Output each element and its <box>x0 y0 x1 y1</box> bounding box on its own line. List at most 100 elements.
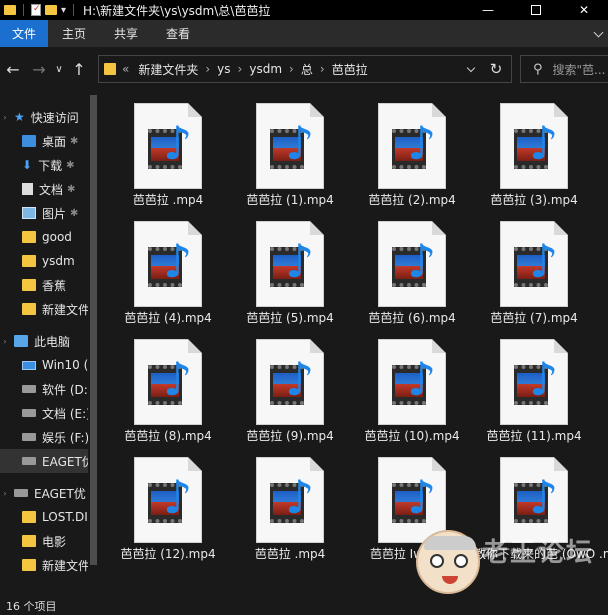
breadcrumb-separator[interactable]: › <box>203 62 212 76</box>
video-file-icon: ♪ <box>500 339 568 425</box>
file-item[interactable]: ♪ 芭芭拉 (5).mp4 <box>230 221 350 333</box>
file-name: 芭芭拉 .mp4 <box>254 547 326 561</box>
document-icon <box>22 183 33 195</box>
music-note-icon: ♪ <box>163 116 193 170</box>
title-bar: ▾ H:\新建文件夹\ys\ysdm\总\芭芭拉 — ✕ <box>0 0 608 20</box>
tab-home[interactable]: 主页 <box>48 20 100 47</box>
scrollbar-thumb[interactable] <box>90 95 97 565</box>
sidebar-item-lost-dir[interactable]: LOST.DI <box>0 505 88 529</box>
tab-share[interactable]: 共享 <box>100 20 152 47</box>
computer-icon <box>14 335 28 347</box>
sidebar-item-label: 此电脑 <box>34 334 71 349</box>
sidebar-item-good[interactable]: good <box>0 225 88 249</box>
pin-icon: ✱ <box>70 135 79 147</box>
file-item[interactable]: ♪ 芭芭拉 (11).mp4 <box>474 339 594 451</box>
breadcrumb-item[interactable]: 新建文件夹 <box>133 61 203 78</box>
breadcrumb-separator[interactable]: › <box>236 62 245 76</box>
sidebar-item-quick-access[interactable]: › ★ 快速访问 <box>0 105 88 129</box>
recent-locations-button[interactable]: ∨ <box>52 64 66 75</box>
forward-button[interactable]: → <box>26 60 52 79</box>
sidebar-item-banana[interactable]: 香蕉 <box>0 273 88 297</box>
folder-icon <box>22 511 36 523</box>
sidebar-item-documents[interactable]: 文档 ✱ <box>0 177 88 201</box>
breadcrumb-separator[interactable]: › <box>287 62 296 76</box>
file-item[interactable]: ♪ 芭芭拉 (12).mp4 <box>108 457 228 569</box>
file-item[interactable]: ♪ 芭芭拉 (6).mp4 <box>352 221 472 333</box>
sidebar-item-drive-e[interactable]: 文档 (E:) <box>0 401 88 425</box>
file-item[interactable]: ♪ 芭芭拉 (3).mp4 <box>474 103 594 215</box>
sidebar-item-new-folder[interactable]: 新建文件 <box>0 297 88 321</box>
expand-icon[interactable]: › <box>0 489 10 498</box>
refresh-button[interactable]: ↻ <box>481 60 511 78</box>
tab-view[interactable]: 查看 <box>152 20 204 47</box>
search-input[interactable]: 搜索"芭... <box>553 61 606 78</box>
navigation-pane[interactable]: › ★ 快速访问 桌面 ✱ ⬇ 下载 ✱ 文档 ✱ 图片 ✱ good ysdm… <box>0 91 100 596</box>
search-box[interactable]: ⚲ 搜索"芭... <box>520 55 608 83</box>
chevron-down-icon <box>466 63 476 72</box>
sidebar-item-eaget-device[interactable]: › EAGET优 <box>0 481 88 505</box>
file-name: 芭芭拉 (3).mp4 <box>490 193 578 207</box>
drive-icon <box>22 385 36 393</box>
sidebar-item-drive-c[interactable]: Win10 ( <box>0 353 88 377</box>
sidebar-item-label: 香蕉 <box>42 278 67 293</box>
expand-ribbon-button[interactable] <box>593 20 608 47</box>
sidebar-item-ysdm[interactable]: ysdm <box>0 249 88 273</box>
back-button[interactable]: ← <box>0 60 26 79</box>
sidebar-item-drive-d[interactable]: 软件 (D: <box>0 377 88 401</box>
file-item[interactable]: ♪ 芭芭拉 (4).mp4 <box>108 221 228 333</box>
maximize-button[interactable] <box>512 0 560 20</box>
sidebar-item-label: good <box>42 230 72 244</box>
breadcrumb-item[interactable]: ys <box>212 62 235 76</box>
sidebar-item-label: ysdm <box>42 254 75 268</box>
sidebar-item-label: 娱乐 (F:) <box>42 430 88 445</box>
properties-icon[interactable] <box>31 4 41 16</box>
file-item[interactable]: ♪ 芭芭拉 (9).mp4 <box>230 339 350 451</box>
search-icon: ⚲ <box>533 61 543 77</box>
breadcrumb-separator[interactable]: › <box>318 62 327 76</box>
sidebar-item-pictures[interactable]: 图片 ✱ <box>0 201 88 225</box>
expand-icon[interactable]: › <box>0 337 10 346</box>
toolbar-divider <box>23 4 24 16</box>
sidebar-scrollbar[interactable] <box>88 91 100 596</box>
sidebar-item-this-pc[interactable]: › 此电脑 <box>0 329 88 353</box>
file-item[interactable]: ♪ 芭芭拉 .mp4 <box>230 457 350 569</box>
file-name: 芭芭拉 (12).mp4 <box>120 547 216 561</box>
sidebar-item-label: LOST.DI <box>42 510 88 524</box>
sidebar-item-eaget[interactable]: EAGET优 <box>0 449 88 473</box>
download-icon: ⬇ <box>22 158 33 172</box>
new-folder-icon[interactable] <box>45 5 57 15</box>
pictures-icon <box>22 207 36 219</box>
address-bar[interactable]: « 新建文件夹 › ys › ysdm › 总 › 芭芭拉 ↻ <box>98 55 512 83</box>
expand-icon[interactable]: › <box>0 113 10 122</box>
sidebar-item-desktop[interactable]: 桌面 ✱ <box>0 129 88 153</box>
sidebar-item-drive-f[interactable]: 娱乐 (F:) <box>0 425 88 449</box>
breadcrumb-overflow[interactable]: « <box>116 62 133 76</box>
minimize-button[interactable]: — <box>464 0 512 20</box>
file-item[interactable]: ♪ 芭芭拉 (1).mp4 <box>230 103 350 215</box>
customize-toolbar-icon[interactable]: ▾ <box>61 5 66 16</box>
sidebar-item-movies[interactable]: 电影 <box>0 529 88 553</box>
sidebar-item-label: Win10 ( <box>42 358 88 372</box>
file-item[interactable]: ♪ 芭芭拉 .mp4 <box>108 103 228 215</box>
sidebar-item-new-folder-2[interactable]: 新建文件 <box>0 553 88 577</box>
address-history-button[interactable] <box>461 63 481 72</box>
breadcrumb-item[interactable]: ysdm <box>244 62 287 76</box>
video-file-icon: ♪ <box>500 221 568 307</box>
file-item[interactable]: ♪ 芭芭拉 (2).mp4 <box>352 103 472 215</box>
breadcrumb-item[interactable]: 芭芭拉 <box>327 61 373 78</box>
sidebar-item-downloads[interactable]: ⬇ 下载 ✱ <box>0 153 88 177</box>
file-name: 芭芭拉 (8).mp4 <box>124 429 212 443</box>
pin-icon: ✱ <box>66 159 75 171</box>
file-name: 芭芭拉 (9).mp4 <box>246 429 334 443</box>
quick-access-toolbar: ▾ <box>0 4 77 16</box>
file-view[interactable]: ♪ 芭芭拉 .mp4 ♪ 芭芭拉 (1).mp4 ♪ 芭芭拉 (2).mp4 ♪ 芭芭拉 (3… <box>100 91 608 596</box>
tab-file[interactable]: 文件 <box>0 20 49 47</box>
file-item[interactable]: ♪ 芭芭拉 (7).mp4 <box>474 221 594 333</box>
up-button[interactable]: ↑ <box>66 60 92 79</box>
close-button[interactable]: ✕ <box>560 0 608 20</box>
window-title: H:\新建文件夹\ys\ysdm\总\芭芭拉 <box>83 3 271 18</box>
sidebar-item-label: 快速访问 <box>30 110 79 125</box>
file-item[interactable]: ♪ 芭芭拉 (8).mp4 <box>108 339 228 451</box>
file-item[interactable]: ♪ 芭芭拉 (10).mp4 <box>352 339 472 451</box>
breadcrumb-item[interactable]: 总 <box>296 61 318 78</box>
